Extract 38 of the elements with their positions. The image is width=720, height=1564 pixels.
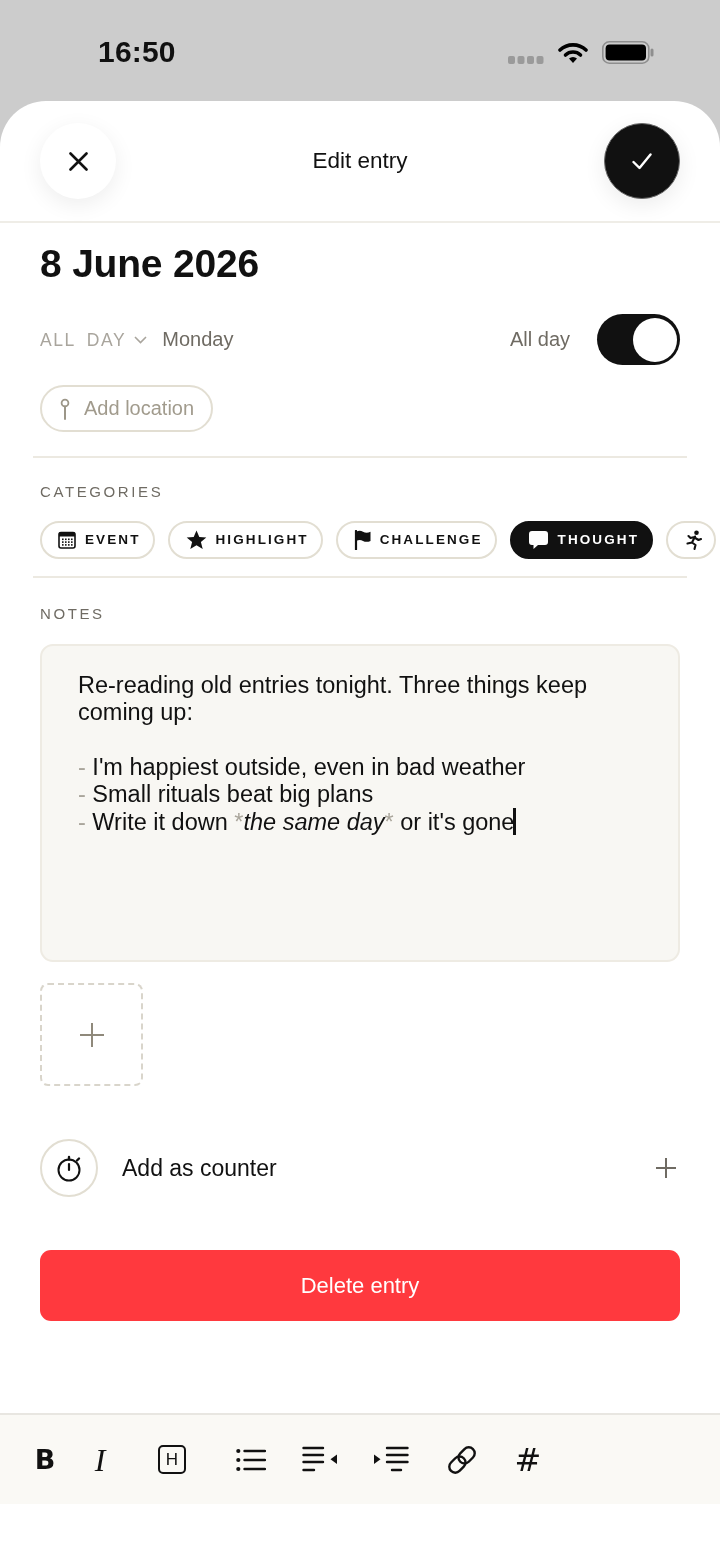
weekday-label: Monday bbox=[162, 328, 234, 351]
heading-button[interactable]: H bbox=[158, 1445, 186, 1474]
checkmark-icon bbox=[632, 152, 652, 170]
chevron-down-icon bbox=[134, 335, 148, 344]
plus-icon bbox=[78, 1021, 105, 1048]
stopwatch-icon bbox=[40, 1139, 98, 1197]
outdent-icon[interactable] bbox=[302, 1446, 338, 1473]
indent-icon[interactable] bbox=[373, 1446, 409, 1473]
sheet-title: Edit entry bbox=[312, 147, 408, 175]
all-day-label: All day bbox=[509, 328, 570, 351]
bold-button[interactable]: B bbox=[25, 1442, 65, 1477]
pin-icon bbox=[60, 397, 70, 420]
star-icon bbox=[185, 530, 207, 550]
entry-date: 8 June 2026 bbox=[40, 241, 259, 287]
flag-icon bbox=[353, 530, 371, 550]
italic-button[interactable]: I bbox=[80, 1441, 120, 1478]
category-chip[interactable] bbox=[666, 521, 717, 559]
counter-label: Add as counter bbox=[122, 1154, 277, 1182]
calendar-icon bbox=[58, 531, 76, 549]
speech-bubble-icon bbox=[527, 530, 549, 550]
plus-icon[interactable] bbox=[656, 1158, 676, 1178]
section-heading: NOTES bbox=[40, 605, 105, 623]
battery-icon bbox=[602, 41, 654, 64]
category-chip[interactable]: EVENT bbox=[40, 521, 155, 559]
runner-icon bbox=[684, 530, 703, 550]
notes-field[interactable]: Re-reading old entries tonight. Three things keep coming up: - I'm happiest outside, even in bad weather - Small rituals beat big plans - Write it down *the same day* or it's gone bbox=[40, 644, 680, 962]
all-day-toggle[interactable] bbox=[597, 314, 680, 365]
delete-button[interactable]: Delete entry bbox=[40, 1250, 680, 1321]
close-icon bbox=[68, 151, 88, 171]
wifi-icon bbox=[558, 41, 588, 64]
bullet-list-icon[interactable] bbox=[236, 1447, 266, 1472]
category-chip[interactable]: HIGHLIGHT bbox=[167, 521, 323, 559]
hashtag-button[interactable]: # bbox=[500, 1440, 556, 1479]
category-chip[interactable]: THOUGHT bbox=[509, 521, 654, 559]
category-chip[interactable]: CHALLENGE bbox=[335, 521, 497, 559]
status-time: 16:50 bbox=[98, 35, 176, 69]
section-heading: CATEGORIES bbox=[40, 483, 164, 501]
signal-icon bbox=[508, 55, 544, 64]
